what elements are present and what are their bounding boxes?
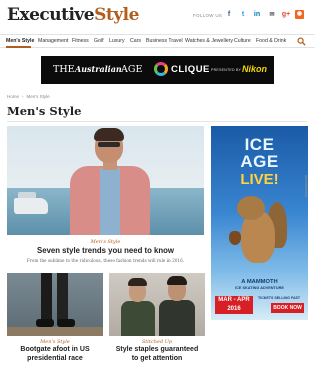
hero-headline[interactable]: Seven style trends you need to know [7,246,204,255]
hero-article-image[interactable] [7,126,204,235]
card-headline-line1: Bootgate afoot in US [20,346,90,353]
card-headline[interactable]: Bootgate afoot in US presidential race [7,346,103,363]
nav-item-luxury[interactable]: Luxury [109,38,125,44]
nav-item-fitness[interactable]: Fitness [72,38,89,44]
page-title: Men's Style [7,104,82,118]
nav-item-business-travel[interactable]: Business Travel [146,38,183,44]
banner-the-text: THE [53,64,75,75]
model-two-jacket [159,300,195,336]
rss-icon[interactable]: ◉ [295,10,304,19]
breadcrumb-current[interactable]: Men's Style [27,94,50,99]
ad-title-live: LIVE! [240,171,279,188]
nav-item-cars[interactable]: Cars [130,38,141,44]
email-icon[interactable]: ✉ [267,10,277,20]
hero-summary: From the sublime to the ridiculous, thes… [26,258,185,263]
ad-tickets-text: TICKETS SELLING FAST [258,296,301,300]
linkedin-icon[interactable]: in [252,10,262,20]
left-boot [36,319,54,327]
site-logo[interactable]: ExecutiveStyle [7,5,139,25]
card-headline-line2: to get attention [131,354,183,362]
model-one-jacket [121,301,155,336]
clique-banner-ad[interactable]: THE Australian AGE CLIQUE PRESENTED BY N… [41,56,274,84]
banner-age-text: AGE [121,64,143,75]
model-two-hair [167,276,187,285]
ad-title-ice: ICE [244,135,275,154]
nav-item-golf[interactable]: Golf [94,38,104,44]
search-icon[interactable] [297,37,306,46]
site-header: ExecutiveStyle FOLLOW US f t in ✉ g+ ◉ [0,0,315,33]
twitter-icon[interactable]: t [238,10,248,20]
ad-title-age: AGE [240,152,279,171]
ad-mammoth-subtext: ICE SKATING ADVENTURE [235,286,284,290]
ad-mammoth-text: A MAMMOTH [241,279,278,285]
card-headline-line2: presidential race [27,354,83,362]
ground [7,327,103,336]
clique-ring-icon [154,62,168,76]
squirrel-head [237,196,265,220]
breadcrumb-separator: › [22,94,24,99]
facebook-icon[interactable]: f [224,10,234,20]
model-sunglasses [98,142,120,147]
card-headline-line1: Style staples guaranteed [115,346,199,353]
hero-category-label[interactable]: Men's Style [7,239,204,245]
ad-dates-range: MAR - APR [218,297,250,303]
title-divider [7,121,307,122]
follow-us-label: FOLLOW US [193,13,223,18]
card-category-label[interactable]: Men's Style [7,339,103,345]
banner-clique-text: CLIQUE [171,64,210,75]
model-hair [94,128,124,141]
left-leg [41,273,52,321]
card-image-bootgate[interactable] [7,273,103,336]
nikon-logo: Nikon [242,64,268,74]
card-headline[interactable]: Style staples guaranteed to get attentio… [109,346,205,363]
logo-accent-text: Style [94,5,139,25]
card-image-style-staples[interactable] [109,273,205,336]
breadcrumb: Home › Men's Style [7,94,50,99]
ad-dates-year: 2016 [227,306,241,312]
nav-item-management[interactable]: Management [38,38,68,44]
active-nav-indicator [6,46,31,48]
ad-dates: MAR - APR 2016 [215,296,253,314]
right-leg [57,273,68,321]
banner-brand-text: Australian [75,64,122,74]
google-plus-icon[interactable]: g+ [281,10,291,20]
main-nav: Men's Style Management Fitness Golf Luxu… [0,34,315,48]
right-boot [57,319,75,327]
nav-item-culture[interactable]: Culture [234,38,251,44]
logo-main-text: Executive [7,5,95,25]
model-shirt [100,168,120,235]
nav-item-food-drink[interactable]: Food & Drink [256,38,286,44]
breadcrumb-home[interactable]: Home [7,94,19,99]
boat [14,198,48,214]
nav-item-watches-jewellery[interactable]: Watches & Jewellery [185,38,233,44]
ice-age-live-ad[interactable]: ICE AGE LIVE! A MAMMOTH ICE SKATING ADVE… [211,126,308,320]
book-now-button[interactable]: BOOK NOW [271,303,304,313]
model-one-hair [128,278,147,286]
card-category-label[interactable]: Stitched Up [109,339,205,345]
advertisement-label: Advertisement [304,175,308,197]
acorn [229,231,241,245]
nav-item-mens-style[interactable]: Men's Style [6,38,34,44]
banner-presented-text: PRESENTED BY [211,68,242,72]
